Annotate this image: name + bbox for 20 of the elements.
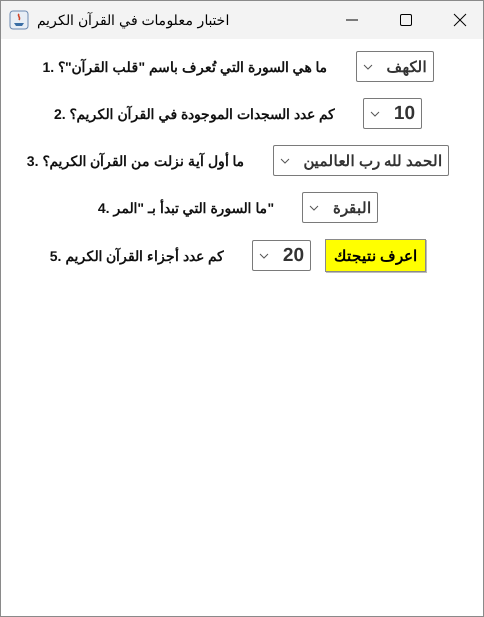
question-label: 1. ما هي السورة التي تُعرف باسم "قلب القرآن"؟ — [42, 58, 328, 74]
question-label: 4. ما السورة التي تبدأ بـ "المر" — [98, 200, 274, 216]
app-icon — [9, 10, 29, 30]
answer-dropdown[interactable]: الكهف — [356, 51, 434, 82]
answer-dropdown[interactable]: الحمد لله رب العالمين — [272, 145, 450, 176]
answer-dropdown[interactable]: 10 — [362, 98, 422, 129]
caret-icon — [309, 204, 320, 210]
answer-dropdown[interactable]: البقرة — [302, 192, 378, 223]
window-title: اختبار معلومات في القرآن الكريم — [37, 12, 231, 28]
caret-icon — [258, 252, 269, 258]
question-label: 2. كم عدد السجدات الموجودة في القرآن الكريم؟ — [54, 106, 335, 122]
question-label: 5. كم عدد أجزاء القرآن الكريم — [50, 248, 224, 264]
caret-icon — [370, 110, 380, 116]
maximize-icon[interactable] — [399, 13, 413, 27]
caret-icon — [362, 64, 373, 70]
question-label: 3. ما أول آية نزلت من القرآن الكريم؟ — [26, 152, 245, 168]
caret-icon — [280, 158, 290, 164]
answer-dropdown[interactable]: 20 — [252, 240, 312, 271]
submit-button[interactable]: اعرف نتيجتك — [325, 239, 426, 272]
close-icon[interactable] — [453, 13, 467, 27]
